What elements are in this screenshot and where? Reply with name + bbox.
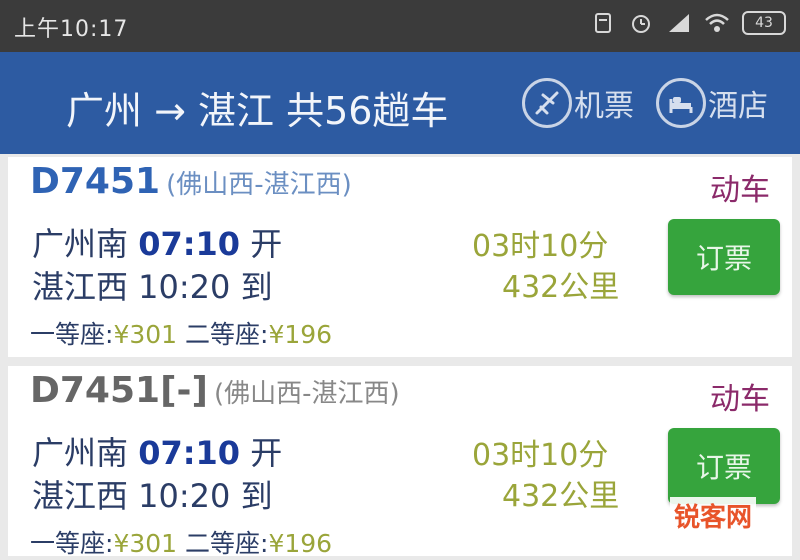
book-ticket-button[interactable]: 订票 — [668, 428, 780, 504]
train-type-badge: 动车 — [710, 382, 770, 417]
airplane-icon — [522, 78, 572, 128]
departure-suffix: 开 — [250, 225, 283, 263]
first-class-label: 一等座: — [30, 529, 114, 558]
departure-time: 07:10 — [138, 225, 241, 263]
trip-distance: 432公里 — [502, 270, 620, 305]
seat-prices: 一等座:¥301 二等座:¥196 — [30, 315, 332, 351]
signal-icon — [666, 10, 692, 36]
train-number-row: D7451 (佛山西-湛江西) — [30, 161, 352, 202]
train-number-row: D7451[-] (佛山西-湛江西) — [30, 370, 400, 411]
arrival-info: 湛江西 10:20 到 — [32, 268, 273, 306]
train-route-range: (佛山西-湛江西) — [213, 379, 400, 409]
sim-icon — [590, 10, 616, 36]
first-class-price: ¥301 — [113, 529, 178, 558]
train-type-badge: 动车 — [710, 173, 770, 208]
second-class-label: 二等座: — [185, 529, 269, 558]
arrival-info: 湛江西 10:20 到 — [32, 477, 273, 515]
second-class-price: ¥196 — [268, 320, 333, 349]
status-icons: 43 — [590, 10, 786, 36]
alarm-icon — [628, 10, 654, 36]
hotel-button[interactable]: 酒店 — [656, 74, 768, 132]
departure-suffix: 开 — [250, 434, 283, 472]
departure-station: 广州南 — [32, 225, 129, 263]
book-ticket-button[interactable]: 订票 — [668, 219, 780, 295]
trip-distance: 432公里 — [502, 479, 620, 514]
first-class-label: 一等座: — [30, 320, 114, 349]
second-class-price: ¥196 — [268, 529, 333, 558]
status-time: 上午10:17 — [14, 17, 129, 42]
train-number: D7451 — [30, 161, 161, 202]
flight-button-label: 机票 — [574, 89, 634, 124]
seat-prices: 一等座:¥301 二等座:¥196 — [30, 524, 332, 560]
trip-duration: 03时10分 — [472, 229, 609, 264]
flight-button[interactable]: 机票 — [522, 74, 634, 132]
hotel-button-label: 酒店 — [708, 89, 768, 124]
first-class-price: ¥301 — [113, 320, 178, 349]
wifi-icon — [704, 10, 730, 36]
hotel-bed-icon — [656, 78, 706, 128]
trip-duration: 03时10分 — [472, 438, 609, 473]
train-card[interactable]: D7451 (佛山西-湛江西) 动车 广州南 07:10 开 湛江西 10:20 … — [8, 157, 792, 357]
departure-station: 广州南 — [32, 434, 129, 472]
train-number: D7451[-] — [30, 370, 208, 411]
departure-time: 07:10 — [138, 434, 241, 472]
battery-icon: 43 — [742, 11, 786, 35]
train-route-range: (佛山西-湛江西) — [166, 170, 352, 200]
departure-info: 广州南 07:10 开 — [32, 219, 282, 265]
route-title: 广州 → 湛江 共56趟车 — [66, 89, 449, 133]
departure-info: 广州南 07:10 开 — [32, 428, 282, 474]
status-bar: 上午10:17 43 — [0, 0, 800, 52]
watermark-logo: 锐客网 — [669, 497, 756, 534]
header-bar: 广州 → 湛江 共56趟车 机票 酒店 — [0, 52, 800, 154]
second-class-label: 二等座: — [185, 320, 269, 349]
